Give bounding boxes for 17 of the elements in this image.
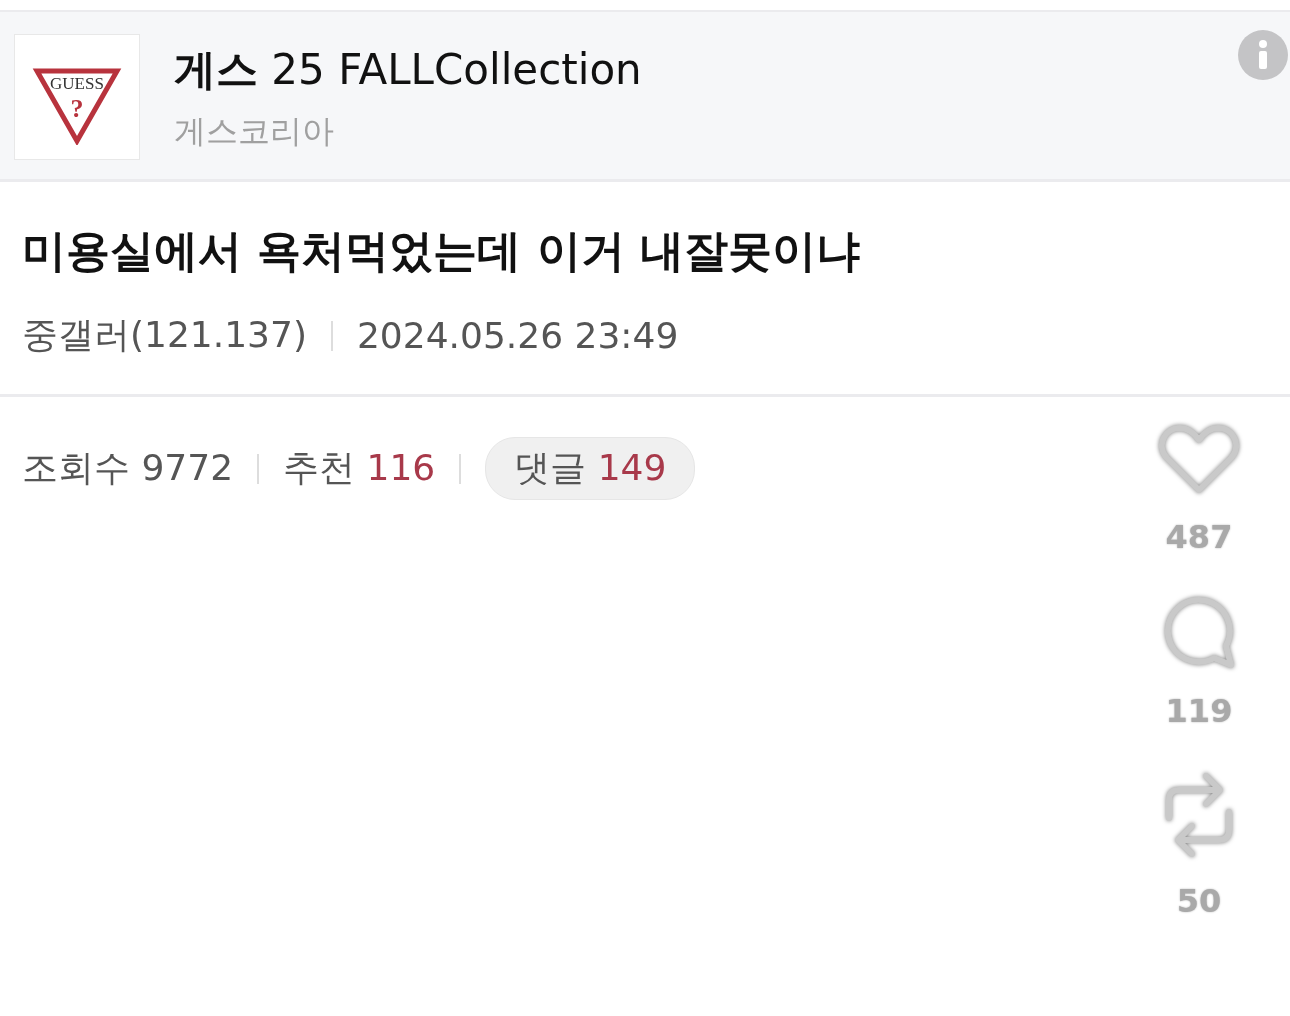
info-icon[interactable] xyxy=(1238,30,1288,80)
action-count: 50 xyxy=(1176,882,1222,920)
advertiser-name: 게스코리아 xyxy=(174,111,335,152)
brand-logo: GUESS ? xyxy=(14,34,140,160)
stat-text: 추천 116 xyxy=(283,446,436,490)
repost-icon[interactable] xyxy=(1164,770,1234,860)
ad-title: 게스 25 FALLCollection xyxy=(174,44,642,96)
comment-count-button[interactable]: 댓글 149 xyxy=(485,437,696,500)
heart-icon[interactable] xyxy=(1158,424,1240,496)
speech-bubble-icon[interactable] xyxy=(1162,596,1236,670)
post-title: 미용실에서 욕처먹었는데 이거 내잘못이냐 xyxy=(22,224,861,278)
action-count: 487 xyxy=(1165,518,1233,556)
stat-text: 조회수 9772 xyxy=(22,446,234,490)
ad-banner[interactable]: GUESS ? 게스 25 FALLCollection 게스코리아 xyxy=(0,10,1290,182)
action-count: 119 xyxy=(1165,692,1233,730)
author-name[interactable]: 중갤러(121.137) xyxy=(22,311,307,360)
post-date: 2024.05.26 23:49 xyxy=(356,315,679,356)
